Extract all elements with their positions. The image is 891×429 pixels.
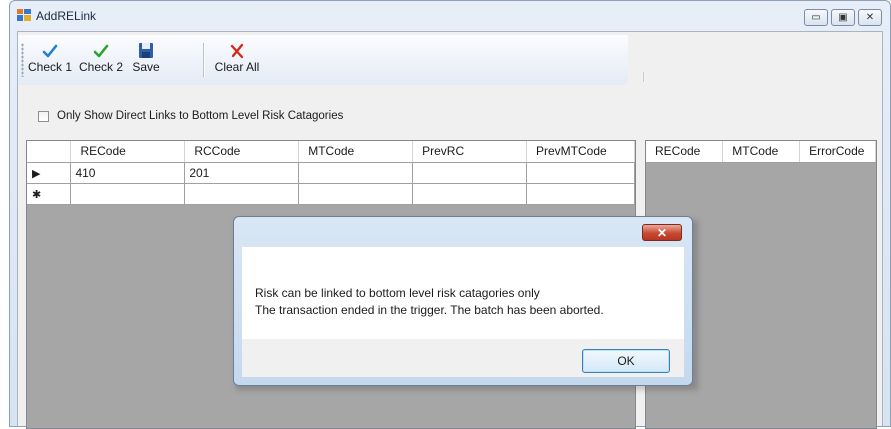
table-row[interactable]: ▶ 410 201 xyxy=(27,162,635,184)
direct-links-checkbox-row[interactable]: Only Show Direct Links to Bottom Level R… xyxy=(38,110,343,122)
row-header-corner[interactable] xyxy=(27,141,72,163)
table-cell[interactable] xyxy=(298,183,414,205)
table-cell[interactable] xyxy=(184,183,300,205)
links-header-row: RECode RCCode MTCode PrevRC PrevMTCode xyxy=(27,141,635,163)
clear-x-icon xyxy=(230,43,244,59)
new-row-asterisk-icon: ✱ xyxy=(32,188,42,201)
app-icon xyxy=(17,9,31,21)
dialog-close-button[interactable]: ✕ xyxy=(642,224,682,241)
dialog-body: Risk can be linked to bottom level risk … xyxy=(242,247,684,339)
check1-label: Check 1 xyxy=(28,60,73,74)
direct-links-checkbox[interactable] xyxy=(38,110,49,122)
column-header-mtcode[interactable]: MTCode xyxy=(722,141,801,163)
toolbar: Check 1 Check 2 Save Clear All xyxy=(18,35,628,85)
maximize-button[interactable]: ▣ xyxy=(831,9,855,26)
column-header-rccode[interactable]: RCCode xyxy=(184,141,300,163)
dialog-message-line2: The transaction ended in the trigger. Th… xyxy=(255,303,604,317)
column-header-recode[interactable]: RECode xyxy=(646,141,724,163)
errors-table: RECode MTCode ErrorCode xyxy=(646,141,876,163)
checkmark-green-icon xyxy=(93,44,109,58)
dialog-message: Risk can be linked to bottom level risk … xyxy=(255,285,604,319)
table-cell[interactable] xyxy=(412,183,527,205)
check1-button[interactable]: Check 1 xyxy=(28,39,72,74)
table-cell[interactable]: 201 xyxy=(184,162,300,184)
column-header-errorcode[interactable]: ErrorCode xyxy=(799,141,876,163)
table-cell[interactable] xyxy=(412,162,527,184)
error-dialog: ✕ Risk can be linked to bottom level ris… xyxy=(233,216,693,386)
dialog-footer: OK xyxy=(242,339,684,377)
checkmark-blue-icon xyxy=(42,44,58,58)
row-selector[interactable]: ✱ xyxy=(27,183,72,205)
table-row-new[interactable]: ✱ xyxy=(27,183,635,205)
window-title: AddRELink xyxy=(36,9,97,23)
direct-links-checkbox-label: Only Show Direct Links to Bottom Level R… xyxy=(57,110,344,122)
toolbar-grip[interactable] xyxy=(21,43,24,77)
table-cell[interactable] xyxy=(298,162,414,184)
close-window-button[interactable]: ✕ xyxy=(858,9,882,26)
table-cell[interactable] xyxy=(70,183,186,205)
check2-button[interactable]: Check 2 xyxy=(77,39,125,74)
column-header-recode[interactable]: RECode xyxy=(70,141,186,163)
column-header-mtcode[interactable]: MTCode xyxy=(298,141,414,163)
title-bar[interactable]: AddRELink ▭ ▣ ✕ xyxy=(10,1,890,31)
table-cell[interactable] xyxy=(526,162,635,184)
table-cell[interactable]: 410 xyxy=(70,162,186,184)
row-selector[interactable]: ▶ xyxy=(27,162,72,184)
toolbar-end-marker xyxy=(643,72,644,82)
save-button[interactable]: Save xyxy=(130,39,162,74)
dialog-message-line1: Risk can be linked to bottom level risk … xyxy=(255,286,540,300)
table-cell[interactable] xyxy=(526,183,635,205)
clear-all-label: Clear All xyxy=(214,60,260,74)
column-header-prevmtcode[interactable]: PrevMTCode xyxy=(526,141,635,163)
column-header-prevrc[interactable]: PrevRC xyxy=(412,141,527,163)
clear-all-button[interactable]: Clear All xyxy=(211,39,263,74)
minimize-button[interactable]: ▭ xyxy=(804,9,828,26)
save-label: Save xyxy=(132,60,160,74)
toolbar-separator xyxy=(203,43,205,77)
check2-label: Check 2 xyxy=(78,60,124,74)
errors-header-row: RECode MTCode ErrorCode xyxy=(646,141,876,163)
links-table: RECode RCCode MTCode PrevRC PrevMTCode ▶… xyxy=(27,141,635,205)
current-row-arrow-icon: ▶ xyxy=(32,167,41,180)
save-disk-icon xyxy=(139,43,153,58)
ok-button[interactable]: OK xyxy=(582,349,670,373)
